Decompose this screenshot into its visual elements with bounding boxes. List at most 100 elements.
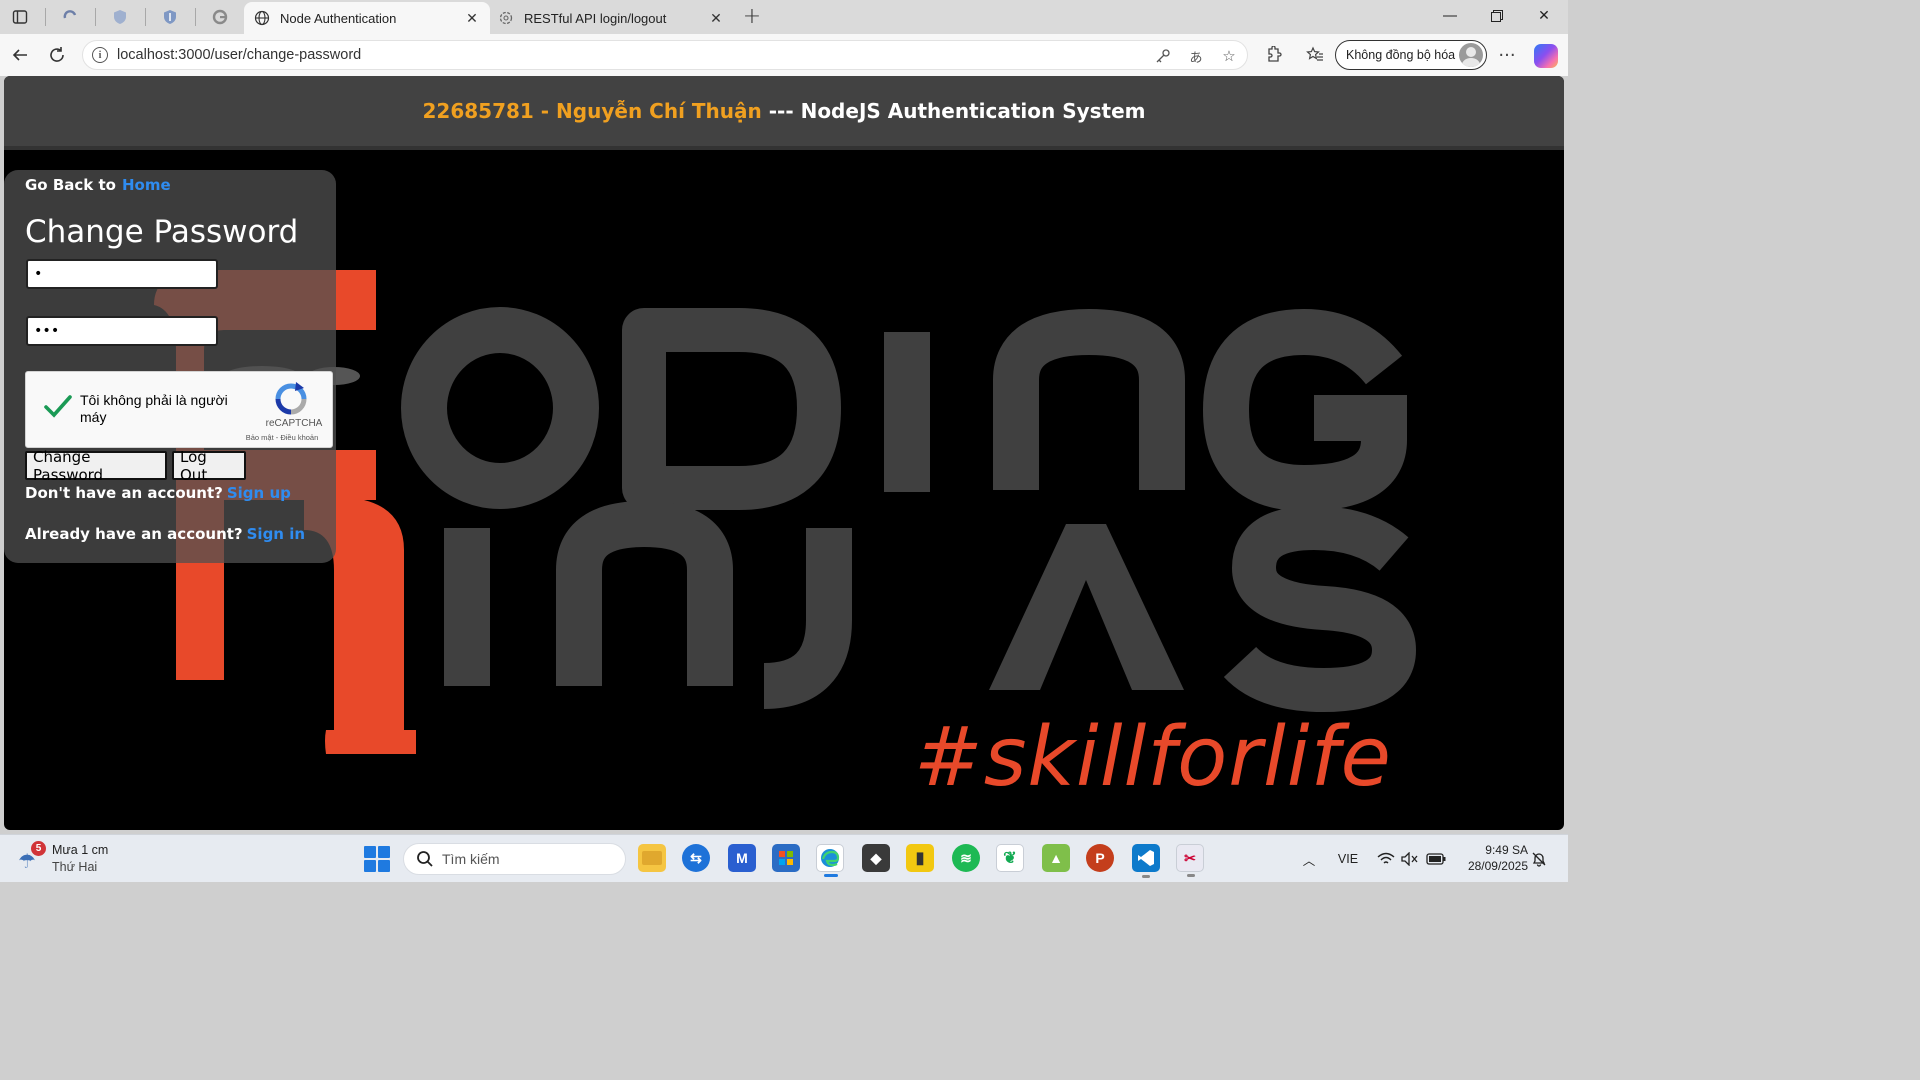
taskbar-search[interactable]: Tìm kiếm: [403, 843, 626, 875]
spotify-icon[interactable]: ≋: [952, 844, 980, 872]
go-back-line: Go Back to Home: [25, 176, 171, 194]
weather-widget[interactable]: ☂ 5 Mưa 1 cm Thứ Hai: [18, 841, 138, 877]
weather-day: Thứ Hai: [52, 860, 98, 874]
shield-tab-icon[interactable]: [109, 6, 131, 28]
input-language[interactable]: VIE: [1336, 849, 1360, 869]
browser-tab-strip: Node Authentication ✕ RESTful API login/…: [0, 0, 1568, 34]
tab-title: RESTful API login/logout: [524, 10, 667, 26]
image-viewer-icon[interactable]: ▲: [1042, 844, 1070, 872]
shield-tab-icon[interactable]: [159, 6, 181, 28]
signup-line: Don't have an account? Sign up: [25, 484, 291, 502]
clock-date: 28/09/2025: [1467, 859, 1528, 873]
tab-restful-api[interactable]: RESTful API login/logout ✕: [488, 2, 734, 34]
change-password-panel: Go Back to Home Change Password • ••• Tôi…: [4, 170, 336, 563]
extensions-icon[interactable]: [1262, 44, 1284, 66]
snipping-tool-icon[interactable]: ✂: [1176, 844, 1204, 877]
sync-label: Không đồng bộ hóa: [1346, 48, 1456, 62]
home-link[interactable]: Home: [122, 176, 171, 194]
notifications-bell-icon[interactable]: [1530, 849, 1548, 869]
profile-sync-button[interactable]: Không đồng bộ hóa: [1335, 40, 1487, 70]
recaptcha-logo-icon: [275, 382, 307, 415]
restore-button[interactable]: [1477, 4, 1517, 28]
notification-badge: 5: [31, 841, 46, 856]
copilot-icon[interactable]: [1534, 44, 1558, 68]
close-tab-icon[interactable]: ✕: [708, 10, 724, 26]
new-password-field[interactable]: •: [26, 259, 218, 289]
tab-divider: [95, 8, 96, 26]
browser-toolbar: i localhost:3000/user/change-password あ …: [0, 34, 1568, 76]
go-back-label: Go Back to: [25, 176, 116, 194]
tab-title: Node Authentication: [280, 10, 397, 26]
search-placeholder: Tìm kiếm: [442, 851, 500, 867]
file-explorer-icon[interactable]: [638, 844, 666, 872]
powerpoint-icon[interactable]: P: [1086, 844, 1114, 872]
site-info-icon[interactable]: i: [92, 47, 108, 63]
header-separator: ---: [761, 99, 801, 123]
system-title: NodeJS Authentication System: [800, 99, 1146, 123]
minimize-button[interactable]: ―: [1430, 4, 1470, 28]
new-tab-button[interactable]: +: [740, 4, 764, 29]
system-clock[interactable]: 9:49 SA 28/09/2025: [1456, 842, 1528, 874]
tab-node-authentication[interactable]: Node Authentication ✕: [244, 2, 490, 34]
teamviewer-icon[interactable]: ⇆: [682, 844, 710, 872]
tab-divider: [195, 8, 196, 26]
search-icon: [416, 850, 434, 868]
recaptcha-terms-link[interactable]: Bảo mật - Điều khoản: [240, 433, 324, 442]
globe-icon: [254, 10, 270, 26]
favorite-star-icon[interactable]: ☆: [1219, 46, 1239, 66]
power-bi-icon[interactable]: ▮: [906, 844, 934, 872]
unity-icon[interactable]: ◆: [862, 844, 890, 872]
favorites-icon[interactable]: [1304, 44, 1326, 66]
recaptcha-label: Tôi không phải là người máy: [80, 392, 228, 425]
running-app-indicator: [1187, 874, 1195, 877]
autodesk-icon[interactable]: M: [728, 844, 756, 872]
translate-icon[interactable]: あ: [1186, 46, 1206, 66]
recaptcha-widget: Tôi không phải là người máy reCAPTCHA Bả…: [25, 371, 333, 448]
signup-prompt: Don't have an account?: [25, 484, 223, 502]
url-text[interactable]: localhost:3000/user/change-password: [117, 47, 361, 63]
signup-link[interactable]: Sign up: [227, 484, 291, 502]
close-tab-icon[interactable]: ✕: [464, 10, 480, 26]
running-app-indicator: [1142, 875, 1150, 878]
windows-logo-pane: [364, 846, 376, 858]
web-page: #skillforlife 22685781 - Nguyễn Chí Thuậ…: [4, 76, 1564, 830]
header-divider: [4, 146, 1564, 150]
start-button[interactable]: [364, 846, 390, 872]
wifi-icon[interactable]: [1376, 849, 1396, 869]
battery-icon[interactable]: [1426, 849, 1446, 869]
microsoft-store-icon[interactable]: [772, 844, 800, 872]
windows-logo-pane: [364, 860, 376, 872]
windows-logo-pane: [378, 860, 390, 872]
active-app-indicator: [824, 874, 838, 877]
signin-prompt: Already have an account?: [25, 525, 243, 543]
google-tab-icon[interactable]: [209, 6, 231, 28]
avatar: [1459, 43, 1483, 67]
password-key-icon[interactable]: [1153, 46, 1173, 66]
windows-logo-pane: [378, 846, 390, 858]
refresh-icon[interactable]: [45, 43, 69, 67]
logout-button[interactable]: Log Out: [172, 448, 246, 484]
weather-condition: Mưa 1 cm: [52, 843, 109, 857]
recaptcha-checkmark-icon[interactable]: [42, 390, 74, 422]
site-header: 22685781 - Nguyễn Chí Thuận --- NodeJS A…: [4, 76, 1564, 146]
volume-muted-icon[interactable]: [1400, 849, 1420, 869]
tab-divider: [145, 8, 146, 26]
pinned-tab-icon[interactable]: [59, 6, 81, 28]
mongodb-icon[interactable]: ❦: [996, 844, 1024, 872]
edge-browser-icon[interactable]: [816, 844, 844, 877]
signin-line: Already have an account? Sign in: [25, 525, 305, 543]
close-window-button[interactable]: ✕: [1524, 4, 1564, 28]
clock-time: 9:49 SA: [1485, 843, 1528, 857]
more-options-icon[interactable]: ···: [1496, 44, 1518, 66]
address-bar[interactable]: i localhost:3000/user/change-password あ …: [82, 40, 1248, 70]
show-hidden-icons-chevron-icon[interactable]: ︿: [1300, 849, 1318, 869]
skillforlife-tagline: #skillforlife: [914, 710, 1392, 805]
confirm-password-field[interactable]: •••: [26, 316, 218, 346]
windows-taskbar: ☂ 5 Mưa 1 cm Thứ Hai Tìm kiếm ⇆ M ◆ ▮ ≋ …: [0, 834, 1568, 882]
back-arrow-icon[interactable]: [8, 43, 32, 67]
sidebar-toggle-icon[interactable]: [9, 6, 31, 28]
vscode-icon[interactable]: [1132, 844, 1160, 878]
signin-link[interactable]: Sign in: [247, 525, 305, 543]
tab-divider: [45, 8, 46, 26]
change-password-button[interactable]: Change Password: [25, 448, 167, 484]
